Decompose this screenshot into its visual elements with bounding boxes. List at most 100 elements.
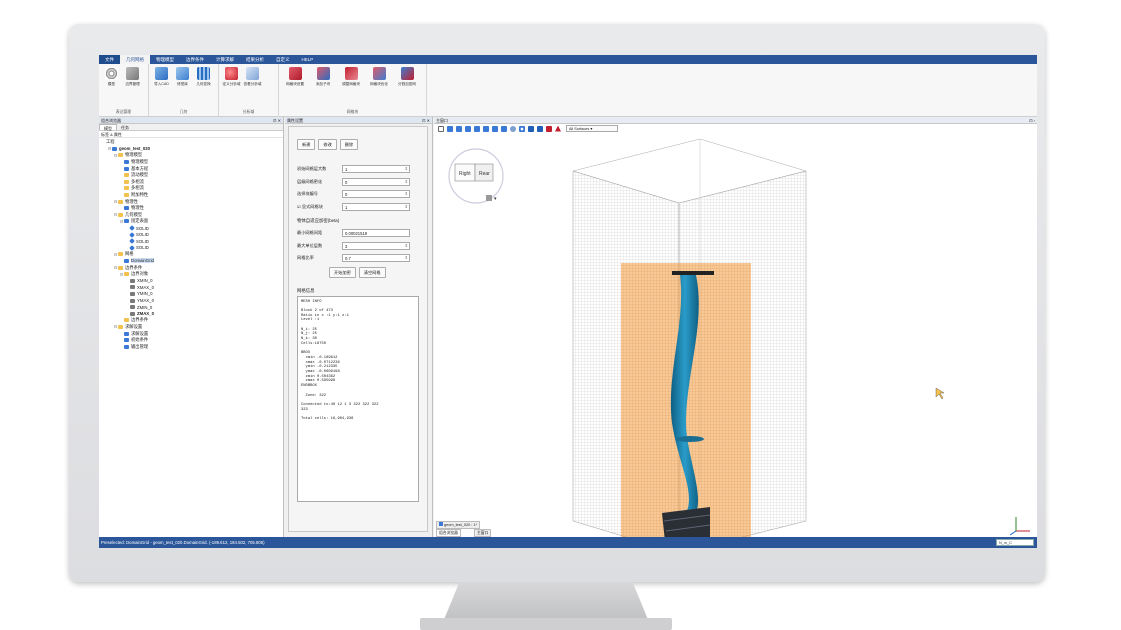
view-right-icon[interactable] <box>474 125 480 132</box>
color-icon[interactable] <box>546 125 552 132</box>
folder-icon <box>124 272 129 277</box>
tree-item[interactable]: ⊟ 网格 <box>101 251 281 258</box>
folder-icon <box>124 186 129 191</box>
min-spacing-input[interactable]: 0.00021519 <box>342 229 410 237</box>
tree-item[interactable]: ⊟ 物理性 <box>101 198 281 205</box>
tree-item[interactable]: SOLID <box>101 225 281 232</box>
tree-item[interactable]: SOLID <box>101 231 281 238</box>
fit-all-icon[interactable] <box>438 125 444 132</box>
tree-item[interactable]: 初始条件 <box>101 337 281 344</box>
blue-icon <box>124 258 129 263</box>
new-button[interactable]: 新建 <box>297 139 316 150</box>
tree-item-label: SOLID <box>136 238 149 244</box>
tree-item[interactable]: ⊟ 边界对象 <box>101 271 281 278</box>
view-top-icon[interactable] <box>465 125 471 132</box>
mesh-info-output[interactable]: MESH INFO Block 2 of 473 Ratio in x :1 y… <box>297 295 419 502</box>
max-layers-spinbox[interactable]: 3 ⇕ <box>342 241 410 250</box>
tree-item[interactable]: 边界条件 <box>101 317 281 324</box>
section-icon[interactable] <box>528 125 534 132</box>
initial-layers-spinbox[interactable]: 1 ⇕ <box>342 165 410 173</box>
modify-button[interactable]: 修改 <box>318 139 337 150</box>
tree-item[interactable]: DomainGrid <box>101 258 281 265</box>
tree-item[interactable]: 输出管理 <box>101 343 281 350</box>
tree-item-label: YMAX_0 <box>137 298 154 304</box>
gear-icon[interactable] <box>519 125 525 132</box>
panel-close-icon[interactable]: ⊡ ✕ <box>422 117 430 124</box>
block-number-spinbox[interactable]: 0 ⇕ <box>342 190 410 198</box>
field-block-number: 选择块编号 0 ⇕ <box>289 189 427 200</box>
tree-item[interactable]: ⊟ 几何模型 <box>101 212 281 219</box>
tree-item[interactable]: SOLID <box>101 238 281 245</box>
view-left-icon[interactable] <box>501 125 507 132</box>
tree-item[interactable]: ⊟ 固定表面 <box>101 218 281 225</box>
tree-item[interactable]: ⊟ 边界条件 <box>101 264 281 271</box>
show-block-spinbox[interactable]: 1 ⇕ <box>342 202 410 211</box>
measure-icon[interactable] <box>555 125 561 132</box>
solid-icon <box>129 231 135 238</box>
delete-button[interactable]: 删除 <box>339 139 359 150</box>
tree-item-label: ZMIN_0 <box>137 304 153 310</box>
tab-model[interactable]: 模型 <box>99 124 117 131</box>
tree-item[interactable]: 求解设置 <box>101 330 281 337</box>
blue-icon <box>124 338 129 343</box>
clear-mesh-button[interactable]: 清空网格 <box>358 266 386 278</box>
menu-boundary[interactable]: 边界条件 <box>180 55 210 64</box>
view-rear-icon[interactable] <box>483 125 489 132</box>
tree-item[interactable]: 基本方程 <box>101 165 281 172</box>
tree-item-label: 边界对象 <box>131 271 149 277</box>
tree-item[interactable]: XMIN_0 <box>101 277 281 284</box>
tree-item[interactable]: 流动模型 <box>101 172 281 179</box>
menu-physics[interactable]: 物理模型 <box>150 55 180 64</box>
tab-task[interactable]: 任务 <box>117 124 133 130</box>
menu-help[interactable]: HELP <box>296 55 320 64</box>
folder-icon <box>118 252 123 257</box>
tree-item[interactable]: 物理性 <box>101 205 281 212</box>
main-viewport[interactable]: 主窗口 ⊡ › All Surfaces ▾ Right Rear ▾ <box>434 117 1037 537</box>
tree-item[interactable]: YMAX_0 <box>101 297 281 304</box>
display-mode-select[interactable]: All Surfaces ▾ <box>566 125 618 132</box>
tab-combo-browser[interactable]: 组合浏览器 <box>436 529 461 537</box>
doc-tab[interactable]: geom_test_020 : 1* <box>436 521 480 529</box>
view-bottom-icon[interactable] <box>492 125 498 132</box>
menu-solve[interactable]: 计算求解 <box>210 55 240 64</box>
navigation-cube[interactable]: Right Rear ▾ <box>448 148 504 204</box>
define-domain-label: 定义分析域 <box>222 82 241 86</box>
svg-text:▾: ▾ <box>494 196 497 202</box>
panel-close-icon[interactable]: ⊡ › <box>1029 117 1035 124</box>
tree-item-label: 求解设置 <box>125 323 143 329</box>
tree-item[interactable]: 附加特性 <box>101 192 281 199</box>
tree-item[interactable]: ZMAX_0 <box>101 310 281 317</box>
tree-item[interactable]: 工程 <box>101 139 281 146</box>
tree-item[interactable]: ZMIN_0 <box>101 304 281 311</box>
view-iso-icon[interactable] <box>447 125 453 132</box>
view-front-icon[interactable] <box>456 125 462 132</box>
panel-close-icon[interactable]: ⊡ ✕ <box>273 117 281 124</box>
tree-item-label: 边界条件 <box>125 264 143 270</box>
field-label: 最小网格间距 <box>297 230 323 235</box>
menu-geometry-mesh[interactable]: 几何网格 <box>120 55 150 64</box>
tree-item-label: ZMAX_0 <box>137 311 154 317</box>
tree-item-label: 固定表面 <box>131 218 149 224</box>
menu-results[interactable]: 结果分析 <box>240 55 270 64</box>
model-icon <box>105 67 118 80</box>
tree-item[interactable]: 多相流 <box>101 185 281 192</box>
tree-item[interactable]: ⊟ 求解设置 <box>101 324 281 331</box>
menu-file[interactable]: 文件 <box>99 55 120 64</box>
doc-icon <box>112 146 117 151</box>
field-label: 层级网格密化 <box>297 178 323 184</box>
mesh-ratio-spinbox[interactable]: 0.7 ⇕ <box>342 254 410 262</box>
tree-item[interactable]: 物理模型 <box>101 159 281 166</box>
menu-custom[interactable]: 自定义 <box>270 55 296 64</box>
tree-item[interactable]: ⊟ 物理模型 <box>101 152 281 159</box>
level-refine-spinbox[interactable]: 0 ⇕ <box>342 177 410 186</box>
tree-item[interactable]: 多相流 <box>101 179 281 186</box>
tab-main-window[interactable]: 主窗口 <box>474 529 492 537</box>
tree-item[interactable]: YMIN_0 <box>101 291 281 298</box>
status-select[interactable]: N_m_C <box>996 539 1034 546</box>
folder-icon <box>118 212 123 217</box>
sphere-icon[interactable] <box>510 125 516 132</box>
tree-item[interactable]: XMAX_0 <box>101 284 281 291</box>
tree-item-label: 物理性 <box>125 198 138 204</box>
clip-icon[interactable] <box>537 125 543 132</box>
start-refine-button[interactable]: 开始加密 <box>329 266 356 278</box>
